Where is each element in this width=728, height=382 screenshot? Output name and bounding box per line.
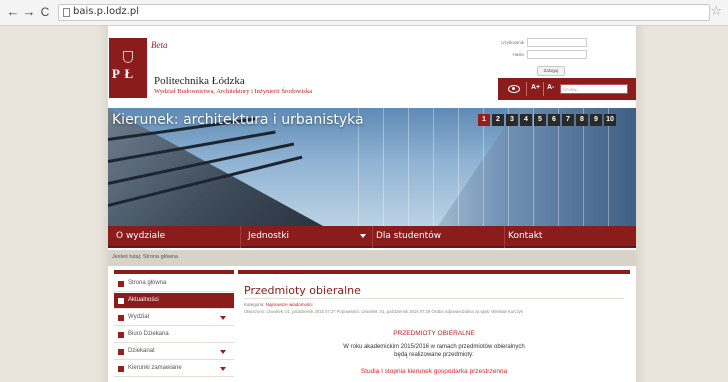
nav-item-jednostki[interactable]: Jednostki — [248, 231, 289, 241]
sidebar-item-aktualnosci[interactable]: Aktualności — [114, 293, 234, 309]
banner-title: Kierunek: architektura i urbanistyka — [112, 112, 364, 128]
username-field[interactable] — [527, 38, 587, 47]
subsection-heading: Studia I stopnia kierunek gospodarka prz… — [360, 368, 508, 375]
bullet-icon — [118, 315, 124, 321]
chevron-down-icon — [360, 234, 366, 238]
forward-icon[interactable]: → — [22, 5, 36, 19]
university-logo[interactable]: P Ł — [109, 38, 147, 98]
article-category: Kategoria: Najnowsze wiadomości — [244, 302, 313, 307]
bookmark-star-icon[interactable]: ☆ — [710, 4, 722, 18]
breadcrumb: Jesteś tutaj: Strona główna — [108, 250, 636, 266]
chevron-down-icon — [220, 350, 226, 354]
login-button[interactable]: Zaloguj — [537, 66, 565, 76]
nav-item-o-wydziale[interactable]: O wydziale — [116, 231, 165, 241]
bullet-icon — [118, 349, 124, 355]
chevron-down-icon — [220, 316, 226, 320]
font-increase-button[interactable]: A+ — [531, 84, 540, 91]
accessibility-bar: A+ A- Szukaj... — [498, 78, 636, 100]
slide-10-button[interactable]: 10 — [604, 114, 616, 126]
slide-1-button[interactable]: 1 — [478, 114, 490, 126]
sidebar-item-strona-glowna[interactable]: Strona główna — [114, 276, 234, 292]
sidebar-item-label: Wydział — [128, 314, 149, 320]
font-decrease-button[interactable]: A- — [547, 84, 554, 91]
bullet-icon — [118, 366, 124, 372]
nav-divider — [504, 226, 505, 248]
username-label: Użytkownik — [501, 40, 524, 45]
divider — [543, 82, 544, 96]
bullet-icon — [118, 281, 124, 287]
slide-2-button[interactable]: 2 — [492, 114, 504, 126]
slide-pager: 1 2 3 4 5 6 7 8 9 10 — [478, 114, 616, 126]
password-label: Hasło — [512, 52, 524, 57]
nav-divider — [240, 226, 241, 248]
sidebar: Strona główna Aktualności Wydział Biuro … — [114, 270, 234, 382]
article: Przedmioty obieralne Kategoria: Najnowsz… — [238, 270, 630, 382]
sidebar-item-label: Aktualności — [128, 297, 159, 303]
slide-5-button[interactable]: 5 — [534, 114, 546, 126]
page-shadow-left — [98, 26, 108, 382]
logo-text: P Ł — [112, 66, 135, 81]
slide-8-button[interactable]: 8 — [576, 114, 588, 126]
browser-toolbar: ← → C bais.p.lodz.pl ☆ — [0, 0, 728, 26]
sidebar-item-label: Strona główna — [128, 280, 167, 286]
nav-item-kontakt[interactable]: Kontakt — [508, 231, 542, 241]
hero-banner: Kierunek: architektura i urbanistyka 1 2… — [108, 108, 636, 226]
main-nav: O wydziale Jednostki Dla studentów Konta… — [108, 226, 636, 248]
facade-line — [383, 108, 384, 226]
bullet-icon — [118, 332, 124, 338]
web-page: P Ł Beta Politechnika Łódzka Wydział Bud… — [108, 26, 636, 382]
page-shadow-right — [636, 26, 646, 382]
chevron-down-icon — [220, 367, 226, 371]
password-field[interactable] — [527, 50, 587, 59]
nav-divider — [372, 226, 373, 248]
divider — [526, 82, 527, 96]
breadcrumb-text[interactable]: Jesteś tutaj: Strona główna — [112, 254, 178, 260]
university-name: Politechnika Łódzka — [154, 75, 245, 87]
category-link[interactable]: Najnowsze wiadomości — [266, 302, 313, 307]
divider — [244, 298, 624, 299]
eye-icon[interactable] — [508, 85, 520, 93]
bullet-icon — [118, 298, 124, 304]
facade-line — [458, 108, 459, 226]
faculty-name: Wydział Budownictwa, Architektury i Inży… — [154, 88, 313, 95]
sidebar-top-rule — [114, 270, 234, 274]
nav-item-dla-studentow[interactable]: Dla studentów — [376, 231, 441, 241]
page-icon — [63, 8, 70, 17]
slide-9-button[interactable]: 9 — [590, 114, 602, 126]
sidebar-item-dziekanat[interactable]: Dziekanat — [114, 344, 234, 360]
slide-6-button[interactable]: 6 — [548, 114, 560, 126]
address-bar[interactable]: bais.p.lodz.pl — [58, 4, 710, 21]
body-text: W roku akademickim 2015/2016 w ramach pr… — [343, 344, 525, 350]
beta-label: Beta — [151, 40, 168, 50]
slide-4-button[interactable]: 4 — [520, 114, 532, 126]
search-input[interactable]: Szukaj... — [560, 84, 628, 94]
back-icon[interactable]: ← — [6, 5, 20, 19]
category-label: Kategoria: — [244, 302, 266, 307]
sidebar-item-wydzial[interactable]: Wydział — [114, 310, 234, 326]
section-heading: PRZEDMIOTY OBIERALNE — [393, 330, 475, 337]
sidebar-item-biuro-dziekana[interactable]: Biuro Dziekana — [114, 327, 234, 343]
article-meta: Utworzono: czwartek, 01, październik 201… — [244, 309, 523, 314]
sidebar-item-label: Dziekanat — [128, 348, 155, 354]
slide-7-button[interactable]: 7 — [562, 114, 574, 126]
sidebar-item-label: Biuro Dziekana — [128, 331, 169, 337]
article-title: Przedmioty obieralne — [244, 284, 361, 297]
crest-icon — [123, 51, 133, 63]
body-text: będą realizowane przedmioty: — [394, 352, 474, 358]
facade-line — [408, 108, 409, 226]
slide-3-button[interactable]: 3 — [506, 114, 518, 126]
sidebar-item-label: Kierunki zamawiane — [128, 365, 182, 371]
url-text: bais.p.lodz.pl — [73, 6, 139, 17]
reload-icon[interactable]: C — [38, 5, 52, 19]
sidebar-item-kierunki-zamawiane[interactable]: Kierunki zamawiane — [114, 361, 234, 377]
facade-line — [433, 108, 434, 226]
